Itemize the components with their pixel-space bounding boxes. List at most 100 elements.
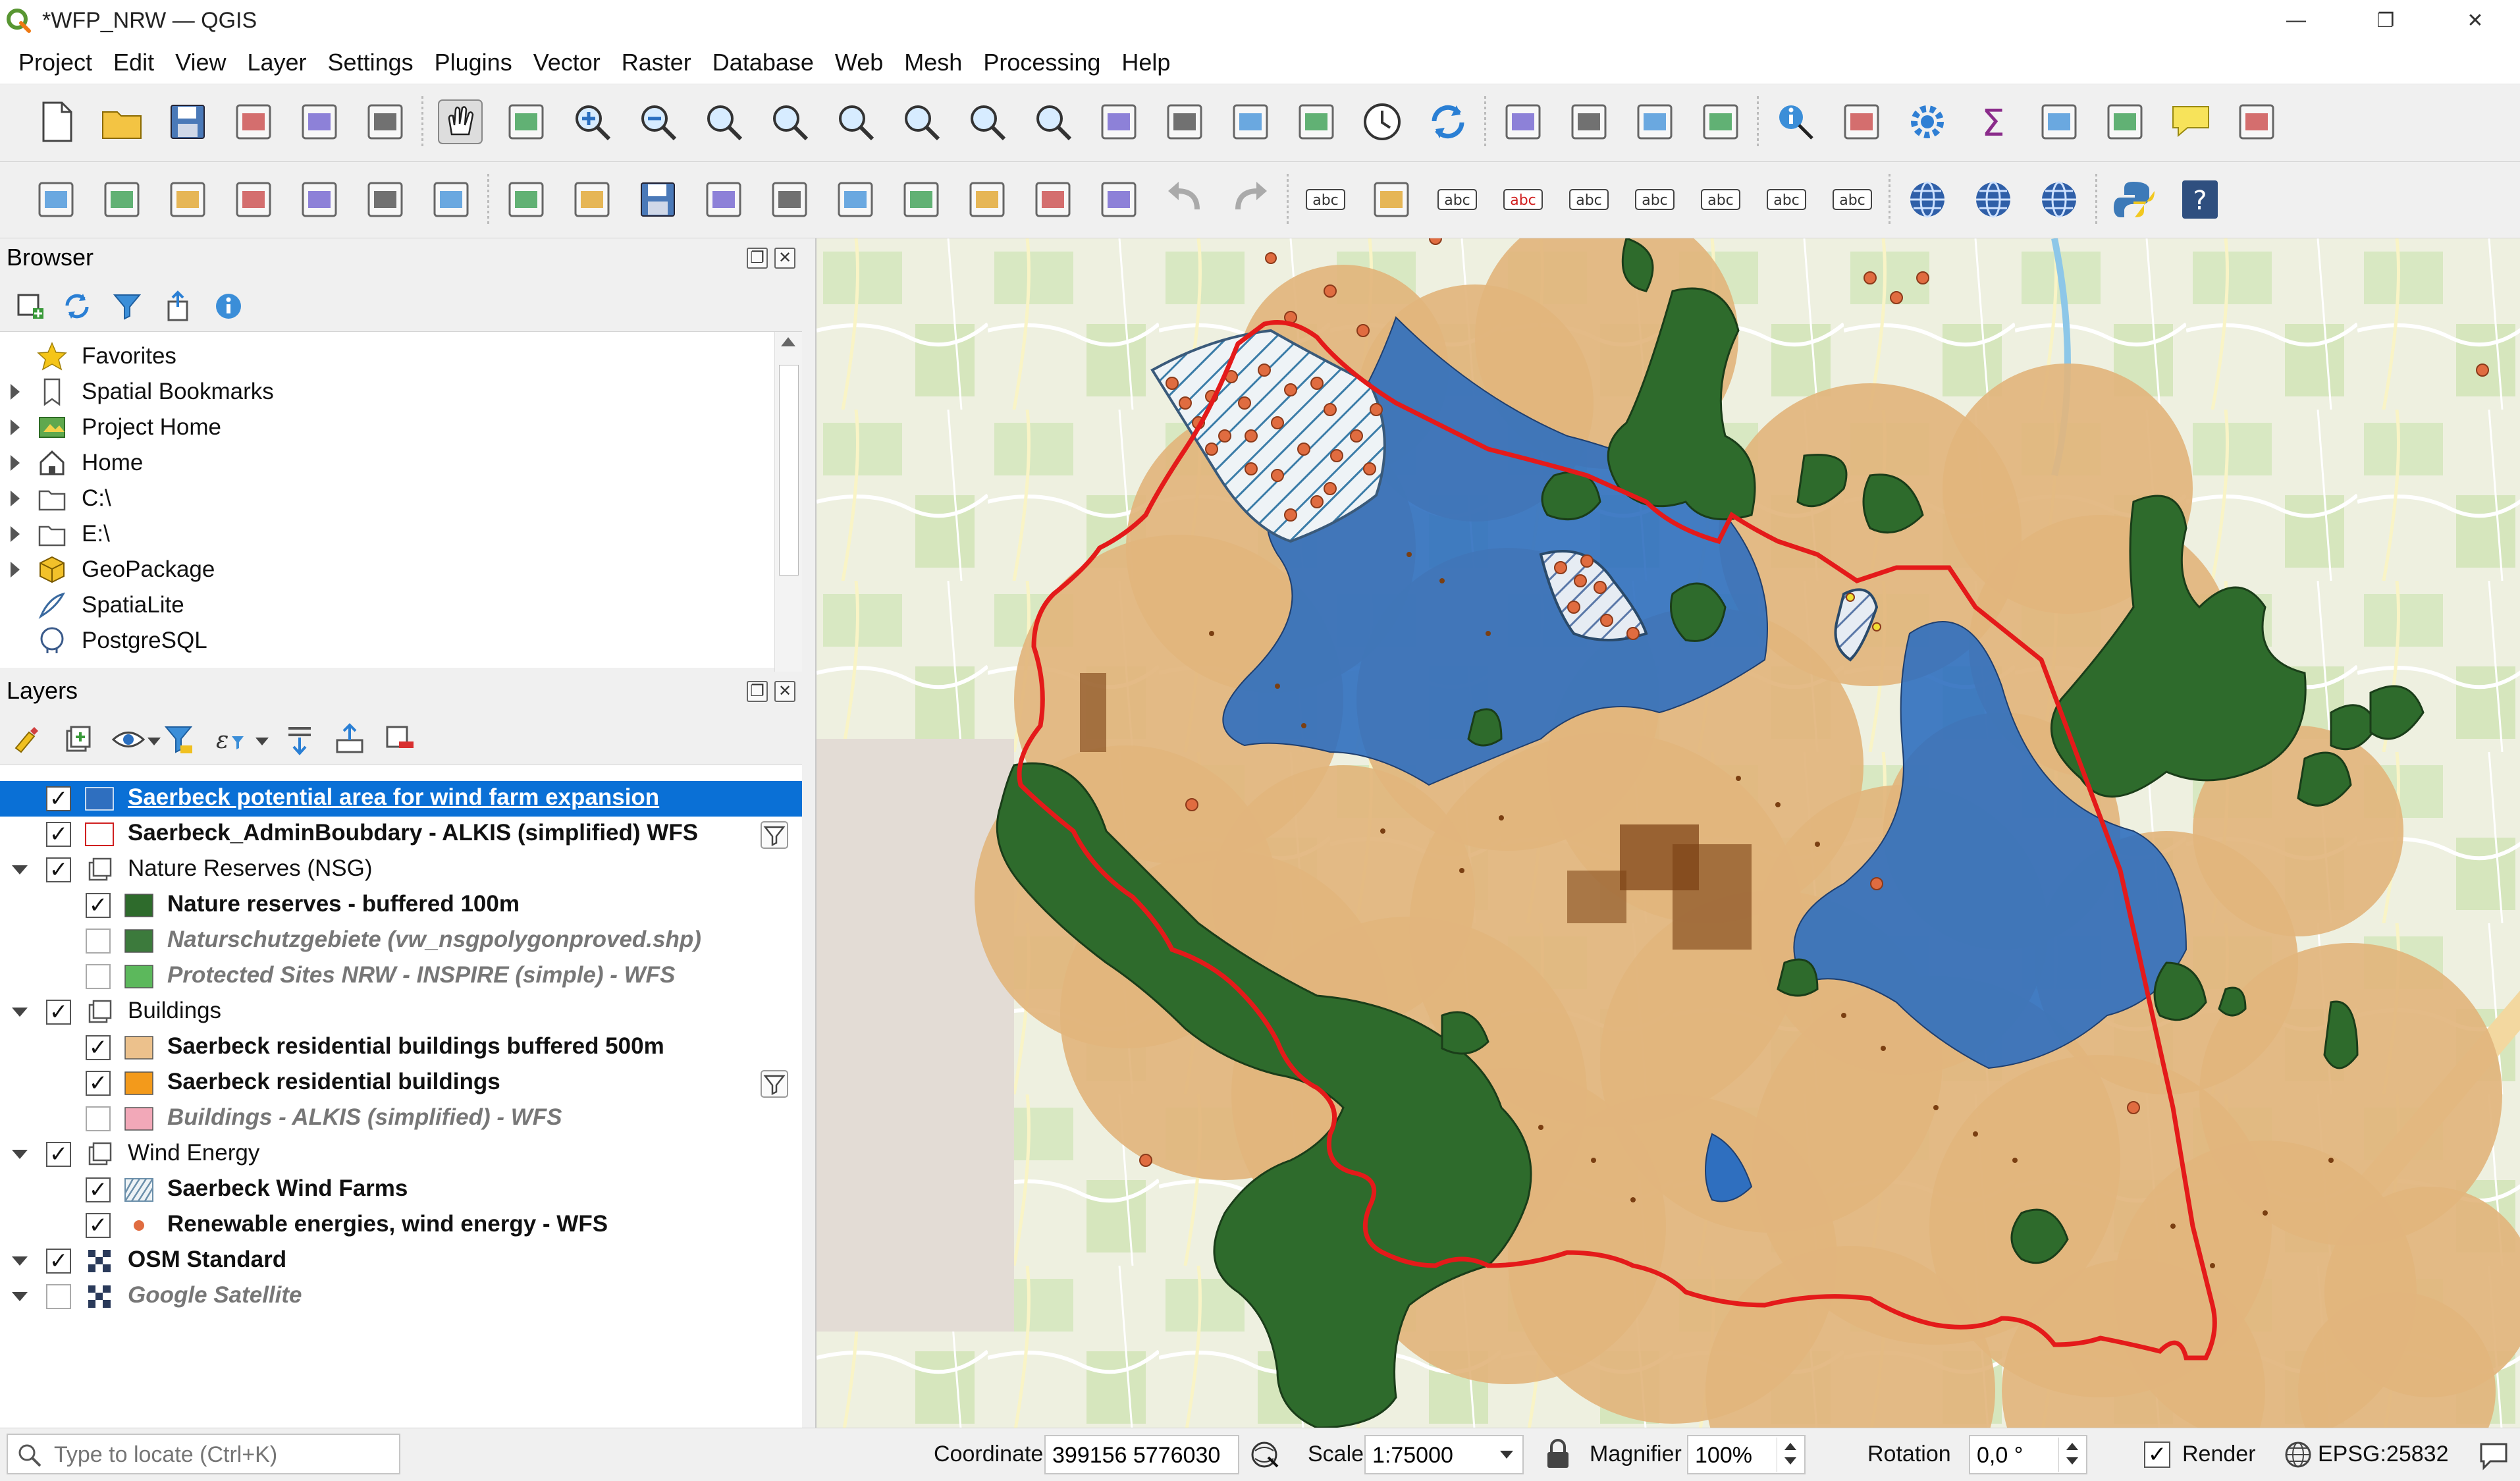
- layer-visibility-checkbox[interactable]: ✓: [46, 857, 71, 882]
- layer-visibility-checkbox[interactable]: ✓: [86, 893, 111, 918]
- layer-visibility-checkbox[interactable]: ✓: [46, 1142, 71, 1167]
- expand-arrow-icon[interactable]: [11, 491, 20, 506]
- browser-item[interactable]: SpatiaLite: [0, 587, 774, 623]
- add-vector-layer-icon[interactable]: [33, 176, 79, 223]
- expand-arrow-icon[interactable]: [11, 455, 20, 471]
- browser-item[interactable]: Project Home: [0, 410, 774, 445]
- save-project-icon[interactable]: [165, 99, 211, 145]
- scroll-up-arrow-icon[interactable]: [781, 337, 795, 346]
- float-panel-icon[interactable]: ❐: [747, 248, 768, 269]
- layer-visibility-checkbox[interactable]: [46, 1284, 71, 1309]
- delete-selected-icon[interactable]: [898, 176, 944, 223]
- expand-arrow-icon[interactable]: [11, 562, 20, 578]
- layer-group-row[interactable]: ✓ Wind Energy: [0, 1137, 802, 1172]
- pan-to-selection-icon[interactable]: [503, 99, 549, 145]
- browser-item[interactable]: Home: [0, 445, 774, 481]
- metadata-catalog-icon[interactable]: [1970, 176, 2016, 223]
- sum-statistics-icon[interactable]: Σ: [1970, 99, 2016, 145]
- layer-visibility-checkbox[interactable]: ✓: [46, 1000, 71, 1025]
- zoom-in-icon[interactable]: [569, 99, 615, 145]
- rotation-spin-arrows-icon[interactable]: [2058, 1438, 2085, 1472]
- layer-visibility-checkbox[interactable]: ✓: [86, 1213, 111, 1238]
- move-label-icon[interactable]: abc: [1698, 176, 1744, 223]
- magnifier-spin-arrows-icon[interactable]: [1777, 1438, 1803, 1472]
- layer-visibility-checkbox[interactable]: [86, 1106, 111, 1131]
- settings-gear-icon[interactable]: [1904, 99, 1950, 145]
- remove-layer-icon[interactable]: [382, 722, 417, 757]
- layer-row[interactable]: Protected Sites NRW - INSPIRE (simple) -…: [0, 959, 802, 994]
- pin-labels-icon[interactable]: abc: [1566, 176, 1612, 223]
- change-label-icon[interactable]: abc: [1829, 176, 1875, 223]
- expand-arrow-icon[interactable]: [12, 1292, 28, 1301]
- layer-row[interactable]: ✓ Saerbeck_AdminBoubdary - ALKIS (simplif…: [0, 817, 802, 852]
- magnifier-spinbox[interactable]: 100%: [1687, 1435, 1806, 1474]
- zoom-out-icon[interactable]: [635, 99, 681, 145]
- menu-processing[interactable]: Processing: [973, 49, 1111, 76]
- measure-line-icon[interactable]: [2102, 99, 2148, 145]
- expand-all-icon[interactable]: [282, 722, 317, 757]
- attribute-table-stats-icon[interactable]: [1838, 99, 1885, 145]
- properties-info-icon[interactable]: [211, 288, 246, 324]
- identify-icon[interactable]: [1773, 99, 1819, 145]
- add-group-icon[interactable]: [61, 722, 96, 757]
- temporal-controller-icon[interactable]: [1359, 99, 1405, 145]
- layer-row[interactable]: ✓ Nature reserves - buffered 100m: [0, 888, 802, 923]
- manage-map-themes-icon[interactable]: [111, 722, 146, 757]
- collapse-all-icon[interactable]: [161, 288, 196, 324]
- chevron-down-icon[interactable]: [1500, 1451, 1513, 1459]
- menu-edit[interactable]: Edit: [103, 49, 165, 76]
- layer-row[interactable]: Naturschutzgebiete (vw_nsgpolygonproved.…: [0, 923, 802, 959]
- digitize-icon[interactable]: [701, 176, 747, 223]
- messages-icon[interactable]: [2477, 1439, 2510, 1472]
- locator-filter-icon[interactable]: [2234, 99, 2280, 145]
- open-project-icon[interactable]: [99, 99, 145, 145]
- style-manager-icon[interactable]: [362, 99, 408, 145]
- layer-row[interactable]: Buildings - ALKIS (simplified) - WFS: [0, 1101, 802, 1137]
- layer-filter-icon[interactable]: [760, 821, 789, 849]
- layer-row[interactable]: ✓ OSM Standard: [0, 1243, 802, 1279]
- coordinate-field[interactable]: 399156 5776030: [1044, 1435, 1239, 1474]
- diagram-options-icon[interactable]: [1368, 176, 1414, 223]
- locator-input[interactable]: [54, 1440, 390, 1469]
- show-bookmarks-icon[interactable]: [1293, 99, 1339, 145]
- menu-vector[interactable]: Vector: [523, 49, 611, 76]
- layer-row[interactable]: ✓ Saerbeck residential buildings buffered…: [0, 1030, 802, 1065]
- close-panel-icon[interactable]: ✕: [774, 681, 795, 702]
- close-button[interactable]: ✕: [2430, 0, 2520, 41]
- browser-item[interactable]: PostgreSQL: [0, 623, 774, 659]
- browser-item[interactable]: Favorites: [0, 338, 774, 374]
- filter-by-expression-icon[interactable]: ε: [212, 722, 248, 757]
- render-checkbox[interactable]: ✓: [2144, 1441, 2170, 1468]
- filter-browser-icon[interactable]: [109, 288, 145, 324]
- expand-arrow-icon[interactable]: [12, 865, 28, 875]
- undo-icon[interactable]: [1162, 176, 1208, 223]
- collapse-all-layers-icon[interactable]: [332, 722, 367, 757]
- filter-legend-icon[interactable]: [161, 722, 196, 757]
- layer-row[interactable]: ✓ Saerbeck Wind Farms: [0, 1172, 802, 1208]
- layer-row[interactable]: ✓ Saerbeck potential area for wind farm e…: [0, 781, 802, 817]
- browser-item[interactable]: E:\: [0, 516, 774, 552]
- paste-features-icon[interactable]: [1096, 176, 1142, 223]
- restore-button[interactable]: ❐: [2341, 0, 2430, 41]
- expand-arrow-icon[interactable]: [11, 419, 20, 435]
- layer-row[interactable]: ✓ Saerbeck residential buildings: [0, 1065, 802, 1101]
- menu-web[interactable]: Web: [824, 49, 894, 76]
- locator-box[interactable]: [7, 1434, 400, 1474]
- show-hide-labels-icon[interactable]: abc: [1632, 176, 1678, 223]
- layer-row[interactable]: ✓ Renewable energies, wind energy - WFS: [0, 1208, 802, 1243]
- add-wms-layer-icon[interactable]: [362, 176, 408, 223]
- current-edits-icon[interactable]: [503, 176, 549, 223]
- menu-raster[interactable]: Raster: [611, 49, 702, 76]
- add-virtual-layer-icon[interactable]: [296, 176, 342, 223]
- menu-plugins[interactable]: Plugins: [424, 49, 523, 76]
- quick-map-services-icon[interactable]: [2036, 176, 2082, 223]
- menu-view[interactable]: View: [165, 49, 236, 76]
- new-map-view-icon[interactable]: [1096, 99, 1142, 145]
- new-project-icon[interactable]: [33, 99, 79, 145]
- float-panel-icon[interactable]: ❐: [747, 681, 768, 702]
- new-print-layout-icon[interactable]: [230, 99, 277, 145]
- open-attribute-table-icon[interactable]: [2036, 99, 2082, 145]
- expand-arrow-icon[interactable]: [12, 1256, 28, 1266]
- layer-visibility-checkbox[interactable]: ✓: [86, 1035, 111, 1060]
- new-bookmark-icon[interactable]: [1227, 99, 1273, 145]
